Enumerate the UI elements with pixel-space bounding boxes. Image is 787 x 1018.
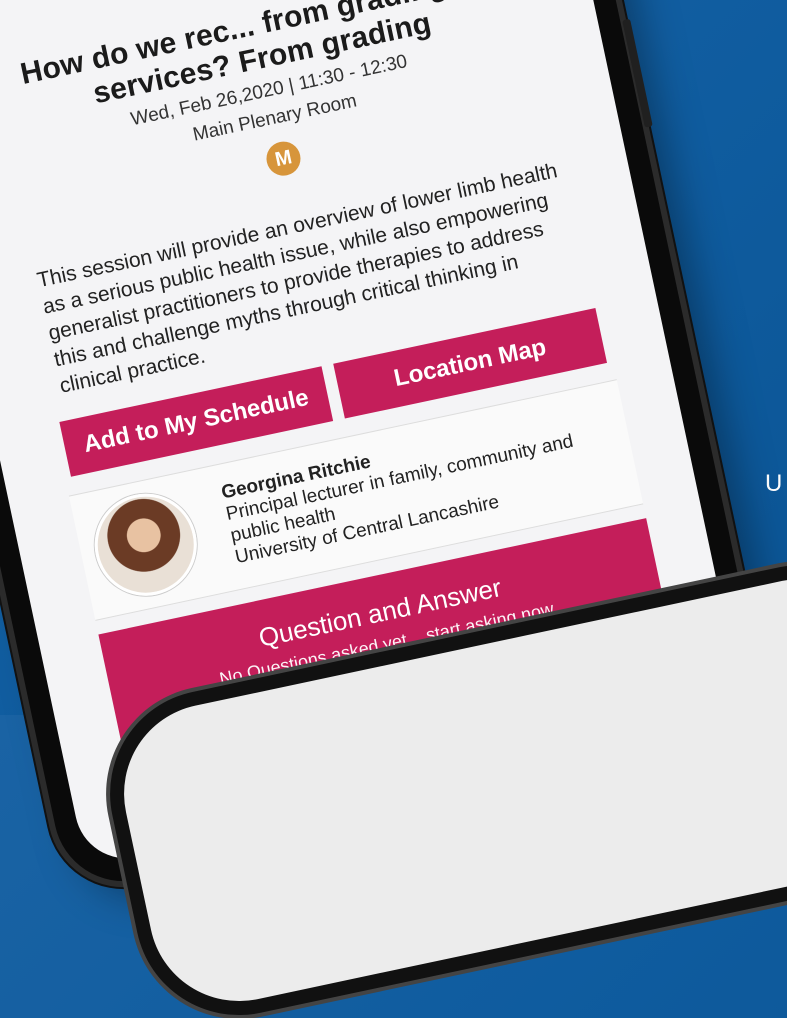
background-edge-text: U (765, 470, 783, 497)
avatar (85, 484, 207, 606)
track-badge: M (263, 138, 304, 179)
